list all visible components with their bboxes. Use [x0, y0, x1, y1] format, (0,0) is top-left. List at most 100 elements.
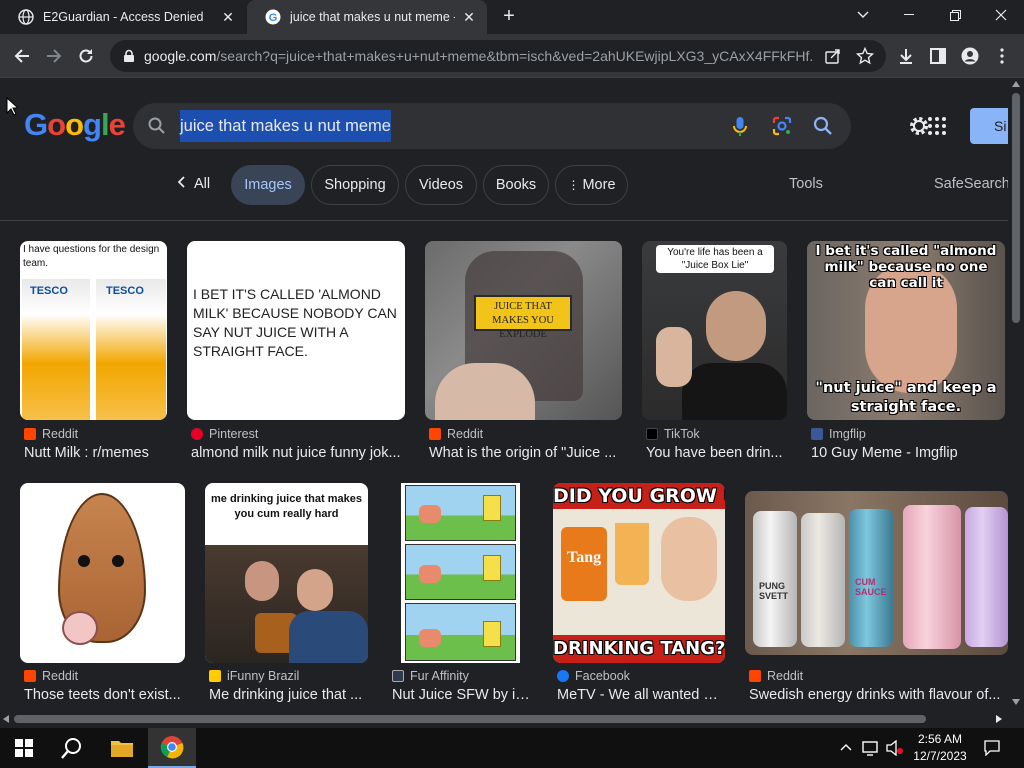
side-panel-icon[interactable] [928, 46, 948, 66]
tools-button[interactable]: Tools [789, 176, 823, 192]
meme-top-text: I bet it's called "almond milk" because … [815, 243, 997, 291]
lock-icon [122, 49, 136, 63]
result-caption[interactable]: 10 Guy Meme - Imgflip [811, 445, 1001, 461]
search-submit-icon[interactable] [812, 115, 834, 137]
result-thumbnail[interactable] [20, 483, 185, 663]
result-caption[interactable]: Nutt Milk : r/memes [24, 445, 174, 461]
chip-shopping[interactable]: Shopping [311, 165, 399, 205]
result-source[interactable]: Reddit [24, 427, 78, 441]
volume-muted-icon[interactable] [886, 739, 904, 759]
result-source[interactable]: TikTok [646, 427, 700, 441]
tab-close-icon[interactable]: ✕ [461, 9, 477, 25]
fur-affinity-icon [392, 670, 404, 682]
tab-e2guardian[interactable]: E2Guardian - Access Denied ✕ [0, 0, 246, 34]
logo-letter: e [108, 107, 126, 142]
back-button[interactable] [9, 43, 35, 69]
vertical-scrollbar[interactable] [1008, 79, 1024, 711]
result-source[interactable]: Fur Affinity [392, 669, 469, 683]
result-thumbnail[interactable]: You're life has been a "Juice Box Lie" [642, 241, 787, 420]
settings-gear-icon[interactable] [908, 115, 930, 137]
scroll-down-arrow-icon[interactable] [1012, 699, 1020, 705]
result-caption[interactable]: almond milk nut juice funny jok... [191, 445, 405, 461]
result-caption[interactable]: Those teets don't exist... [24, 687, 184, 703]
more-dots-icon: ⋮ [567, 178, 580, 192]
search-input[interactable]: juice that makes u nut meme [180, 110, 391, 142]
chip-more[interactable]: ⋮ More [555, 165, 628, 205]
address-bar[interactable]: google.com/search?q=juice+that+makes+u+n… [110, 40, 886, 72]
search-filter-chips: All Images Shopping Videos Books ⋮ More T… [0, 165, 1008, 205]
scroll-up-arrow-icon[interactable] [1012, 81, 1020, 87]
taskbar-search-button[interactable] [48, 728, 96, 768]
energy-can-image [753, 511, 797, 647]
tab-google-search[interactable]: G juice that makes u nut meme - G ✕ [247, 0, 487, 34]
result-thumbnail[interactable]: I have questions for the design team. TE… [20, 241, 167, 420]
download-icon[interactable] [896, 46, 916, 66]
safesearch-button[interactable]: SafeSearch [934, 176, 1008, 192]
tab-title: juice that makes u nut meme - G [290, 10, 455, 24]
result-thumbnail[interactable] [401, 483, 520, 663]
bookmark-star-icon[interactable] [855, 46, 875, 65]
result-caption[interactable]: Nut Juice SFW by ie... [392, 687, 532, 703]
result-caption[interactable]: Me drinking juice that ... [209, 687, 367, 703]
result-source[interactable]: Facebook [557, 669, 630, 683]
close-window-button[interactable] [978, 0, 1024, 30]
vertical-scroll-thumb[interactable] [1012, 93, 1020, 323]
restore-button[interactable] [932, 0, 978, 30]
profile-icon[interactable] [960, 46, 980, 66]
result-caption[interactable]: You have been drin... [646, 445, 786, 461]
chip-all[interactable]: All [168, 165, 220, 205]
result-source[interactable]: Imgflip [811, 427, 866, 441]
windows-logo-icon [15, 739, 33, 757]
chip-books[interactable]: Books [483, 165, 549, 205]
result-source[interactable]: iFunny Brazil [209, 669, 299, 683]
file-explorer-button[interactable] [98, 728, 146, 768]
tab-close-icon[interactable]: ✕ [220, 9, 236, 25]
result-thumbnail[interactable]: I bet it's called "almond milk" because … [807, 241, 1005, 420]
globe-icon [18, 9, 34, 25]
share-icon[interactable] [824, 47, 842, 65]
kebab-menu-icon[interactable] [992, 46, 1012, 66]
forward-button[interactable] [41, 43, 67, 69]
tab-search-chevron-icon[interactable] [840, 0, 886, 30]
minimize-button[interactable] [886, 0, 932, 30]
chrome-taskbar-button[interactable] [148, 728, 196, 768]
result-thumbnail[interactable]: DID YOU GROW UP Tang DRINKING TANG? [553, 483, 725, 663]
new-tab-button[interactable]: + [498, 6, 520, 28]
microphone-icon[interactable] [729, 115, 751, 137]
scroll-right-arrow-icon[interactable] [996, 715, 1002, 723]
windows-start-button[interactable] [0, 728, 48, 768]
folder-icon [111, 741, 133, 757]
result-caption[interactable]: MeTV - We all wanted w... [557, 687, 725, 703]
scroll-left-arrow-icon[interactable] [3, 715, 9, 723]
reload-button[interactable] [73, 43, 99, 69]
result-caption[interactable]: Swedish energy drinks with flavour of... [749, 687, 1005, 703]
milk-carton-image [22, 279, 90, 420]
google-apps-icon[interactable] [928, 117, 946, 135]
horizontal-scroll-thumb[interactable] [14, 715, 926, 723]
result-source[interactable]: Reddit [429, 427, 483, 441]
result-thumbnail[interactable]: I BET IT'S CALLED 'ALMOND MILK' BECAUSE … [187, 241, 405, 420]
google-lens-icon[interactable] [771, 115, 793, 137]
result-thumbnail[interactable]: JUICE THAT MAKES YOU EXPLODE [425, 241, 622, 420]
header-divider [0, 220, 1008, 221]
result-caption[interactable]: What is the origin of "Juice ... [429, 445, 619, 461]
result-source[interactable]: Reddit [749, 669, 803, 683]
search-box[interactable]: juice that makes u nut meme [133, 103, 851, 149]
result-thumbnail[interactable]: me drinking juice that makes you cum rea… [205, 483, 368, 663]
horizontal-scrollbar[interactable] [0, 711, 1008, 726]
pinterest-icon [191, 428, 203, 440]
result-source[interactable]: Pinterest [191, 427, 258, 441]
windows-taskbar: 2:56 AM 12/7/2023 [0, 728, 1024, 768]
sign-in-button[interactable]: Si [970, 108, 1008, 144]
search-results-page: Google juice that makes u nut meme Si Al… [0, 79, 1008, 711]
google-logo[interactable]: Google [24, 107, 126, 143]
notification-center-icon[interactable] [984, 740, 1000, 759]
thumb-caption-text: me drinking juice that makes you cum rea… [211, 493, 362, 520]
result-source[interactable]: Reddit [24, 669, 78, 683]
system-clock[interactable]: 2:56 AM 12/7/2023 [905, 731, 975, 765]
chip-videos[interactable]: Videos [405, 165, 477, 205]
result-thumbnail[interactable]: PUNG SVETT CUM SAUCE [745, 491, 1008, 655]
tray-chevron-up-icon[interactable] [840, 740, 852, 754]
chip-images[interactable]: Images [231, 165, 305, 205]
network-icon[interactable] [862, 740, 880, 759]
